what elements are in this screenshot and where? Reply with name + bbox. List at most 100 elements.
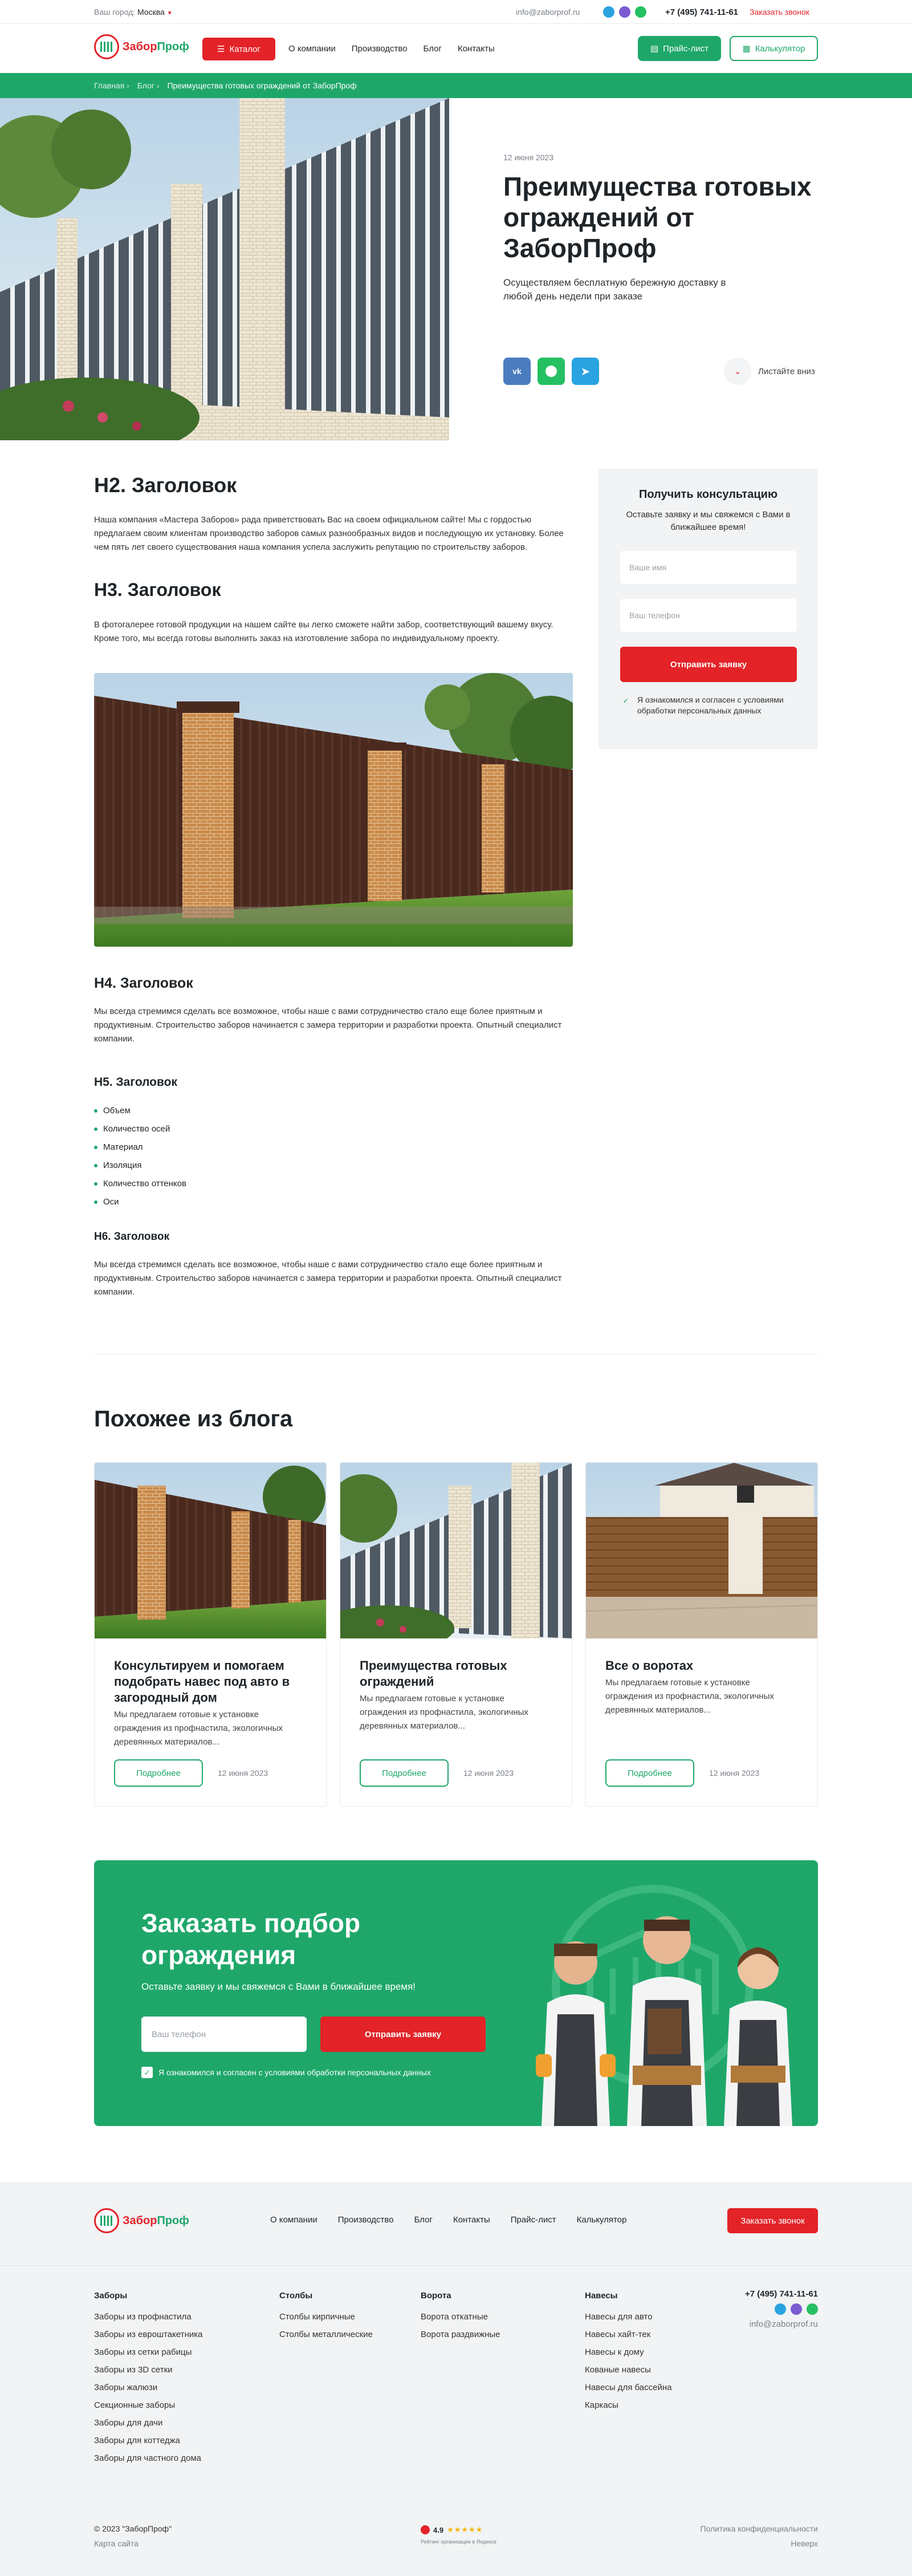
calculator-label: Калькулятор [755,43,805,54]
blog-card[interactable]: Консультируем и помогаем подобрать навес… [94,1462,327,1807]
yandex-rating-badge[interactable]: 4.9 ★★★★★ [421,2525,483,2534]
whatsapp-icon[interactable] [807,2303,818,2315]
footer-link[interactable]: Заборы из сетки рабицы [94,2343,202,2361]
city-value[interactable]: Москва [137,7,165,17]
footer-nav-price-list[interactable]: Прайс-лист [511,2215,556,2225]
footer-link[interactable]: Заборы из евроштакетника [94,2326,202,2343]
price-list-button[interactable]: ▤ Прайс-лист [638,36,721,61]
developer-link[interactable]: Неверх [704,2539,818,2548]
nav-about[interactable]: О компании [288,44,336,54]
nav-contacts[interactable]: Контакты [458,44,495,54]
blog-card-date: 12 июня 2023 [463,1768,514,1778]
catalog-button[interactable]: ☰ Каталог [202,38,275,60]
footer-link[interactable]: Столбы кирпичные [279,2308,373,2326]
menu-icon: ☰ [217,44,225,54]
topbar-email-link[interactable]: info@zaborprof.ru [516,7,580,17]
footer-logo[interactable]: ЗаборПроф [94,2208,189,2233]
topbar-callback-link[interactable]: Заказать звонок [750,7,809,17]
footer-link[interactable]: Заборы из профнастила [94,2308,202,2326]
article-paragraph-2: В фотогалерее готовой продукции на нашем… [94,620,553,643]
list-item: Оси [94,1193,186,1211]
whatsapp-icon[interactable] [538,358,565,385]
chevron-down-icon: ⌄ [724,358,751,385]
submit-button[interactable]: Отправить заявку [620,647,797,682]
telegram-icon[interactable] [603,6,614,18]
topbar-phone-link[interactable]: +7 (495) 741-11-61 [665,7,738,17]
footer-email-link[interactable]: info@zaborprof.ru [704,2319,818,2329]
more-button[interactable]: Подробнее [605,1759,694,1787]
footer-link[interactable]: Навесы к дому [585,2343,672,2361]
list-item: Объем [94,1102,186,1120]
footer-link[interactable]: Ворота раздвижные [421,2326,500,2343]
blog-card-date: 12 июня 2023 [709,1768,760,1778]
footer-link[interactable]: Секционные заборы [94,2396,202,2414]
footer-nav-about[interactable]: О компании [270,2215,317,2225]
scroll-down-link[interactable]: ⌄ Листайте вниз [724,358,815,385]
viber-icon[interactable] [619,6,630,18]
whatsapp-icon[interactable] [635,6,646,18]
footer-nav-production[interactable]: Производство [338,2215,394,2225]
name-input[interactable] [620,551,797,584]
telegram-icon[interactable]: ➤ [572,358,599,385]
blog-card-title[interactable]: Преимущества готовых ограждений [360,1658,553,1690]
footer-link[interactable]: Навесы хайт-тек [585,2326,672,2343]
calculator-button[interactable]: ▦ Калькулятор [730,36,818,61]
sitemap-link[interactable]: Карта сайта [94,2539,139,2548]
phone-input[interactable] [620,599,797,632]
logo[interactable]: ЗаборПроф [94,34,189,59]
article-h2: H2. Заголовок [94,473,237,497]
more-button[interactable]: Подробнее [114,1759,203,1787]
page-title: Преимущества готовых ограждений от Забор… [503,172,812,263]
privacy-policy-link[interactable]: Политика конфиденциальности [673,2524,818,2533]
footer-nav: О компании Производство Блог Контакты Пр… [270,2215,626,2225]
cta-consent-checkbox[interactable]: ✓ Я ознакомился и согласен с условиями о… [141,2067,431,2078]
logo-mark-icon [94,2208,119,2233]
footer-link[interactable]: Столбы металлические [279,2326,373,2343]
rating-caption: Рейтинг организации в Яндексе [421,2539,497,2545]
cta-phone-input[interactable] [141,2017,307,2052]
footer-nav-calculator[interactable]: Калькулятор [577,2215,627,2225]
footer-phone-link[interactable]: +7 (495) 741-11-61 [704,2289,818,2299]
yandex-icon [421,2525,430,2534]
more-button[interactable]: Подробнее [360,1759,449,1787]
blog-card[interactable]: Преимущества готовых ограждений Мы предл… [340,1462,572,1807]
city-selector[interactable]: Ваш город: Москва ▼ [94,7,173,17]
footer-link[interactable]: Заборы для частного дома [94,2449,202,2467]
nav-blog[interactable]: Блог [424,44,442,54]
blog-card-description: Мы предлагаем готовые к установке огражд… [360,1694,528,1731]
footer-nav-blog[interactable]: Блог [414,2215,433,2225]
article-image [94,673,573,947]
footer-nav-contacts[interactable]: Контакты [453,2215,490,2225]
breadcrumb-blog[interactable]: Блог [137,81,154,90]
consent-label: Я ознакомился и согласен с условиями обр… [637,695,784,715]
blog-card-title[interactable]: Консультируем и помогаем подобрать навес… [114,1658,308,1706]
footer-link[interactable]: Каркасы [585,2396,672,2414]
footer-link[interactable]: Заборы для коттеджа [94,2432,202,2449]
footer-callback-button[interactable]: Заказать звонок [727,2208,818,2233]
blog-card-title[interactable]: Все о воротах [605,1658,799,1674]
cta-subtitle: Оставьте заявку и мы свяжемся с Вами в б… [141,1981,416,1992]
footer-link[interactable]: Навесы для авто [585,2308,672,2326]
cta-submit-button[interactable]: Отправить заявку [320,2017,486,2052]
list-item: Количество осей [94,1120,186,1138]
footer-link[interactable]: Ворота откатные [421,2308,500,2326]
article-paragraph-4: Мы всегда стремимся сделать все возможно… [94,1260,562,1297]
footer-link[interactable]: Заборы для дачи [94,2414,202,2432]
blog-card-image [95,1463,326,1638]
footer-link[interactable]: Кованые навесы [585,2361,672,2379]
consent-checkbox[interactable]: ✓ Я ознакомился и согласен с условиями о… [620,695,797,716]
article-h4: H4. Заголовок [94,975,193,991]
footer-link[interactable]: Заборы из 3D сетки [94,2361,202,2379]
breadcrumb-home[interactable]: Главная [94,81,124,90]
footer-link[interactable]: Навесы для бассейна [585,2379,672,2396]
footer-link[interactable]: Заборы жалюзи [94,2379,202,2396]
telegram-icon[interactable] [775,2303,786,2315]
blog-card[interactable]: Все о воротах Мы предлагаем готовые к ус… [585,1462,818,1807]
article-paragraph-1: Наша компания «Мастера Заборов» рада при… [94,515,564,552]
consultation-form: Получить консультацию Оставьте заявку и … [598,469,818,749]
nav-production[interactable]: Производство [352,44,408,54]
viber-icon[interactable] [791,2303,802,2315]
main-nav: О компании Производство Блог Контакты [288,44,495,54]
footer-column-title: Ворота [421,2291,451,2301]
vk-icon[interactable]: vk [503,358,531,385]
